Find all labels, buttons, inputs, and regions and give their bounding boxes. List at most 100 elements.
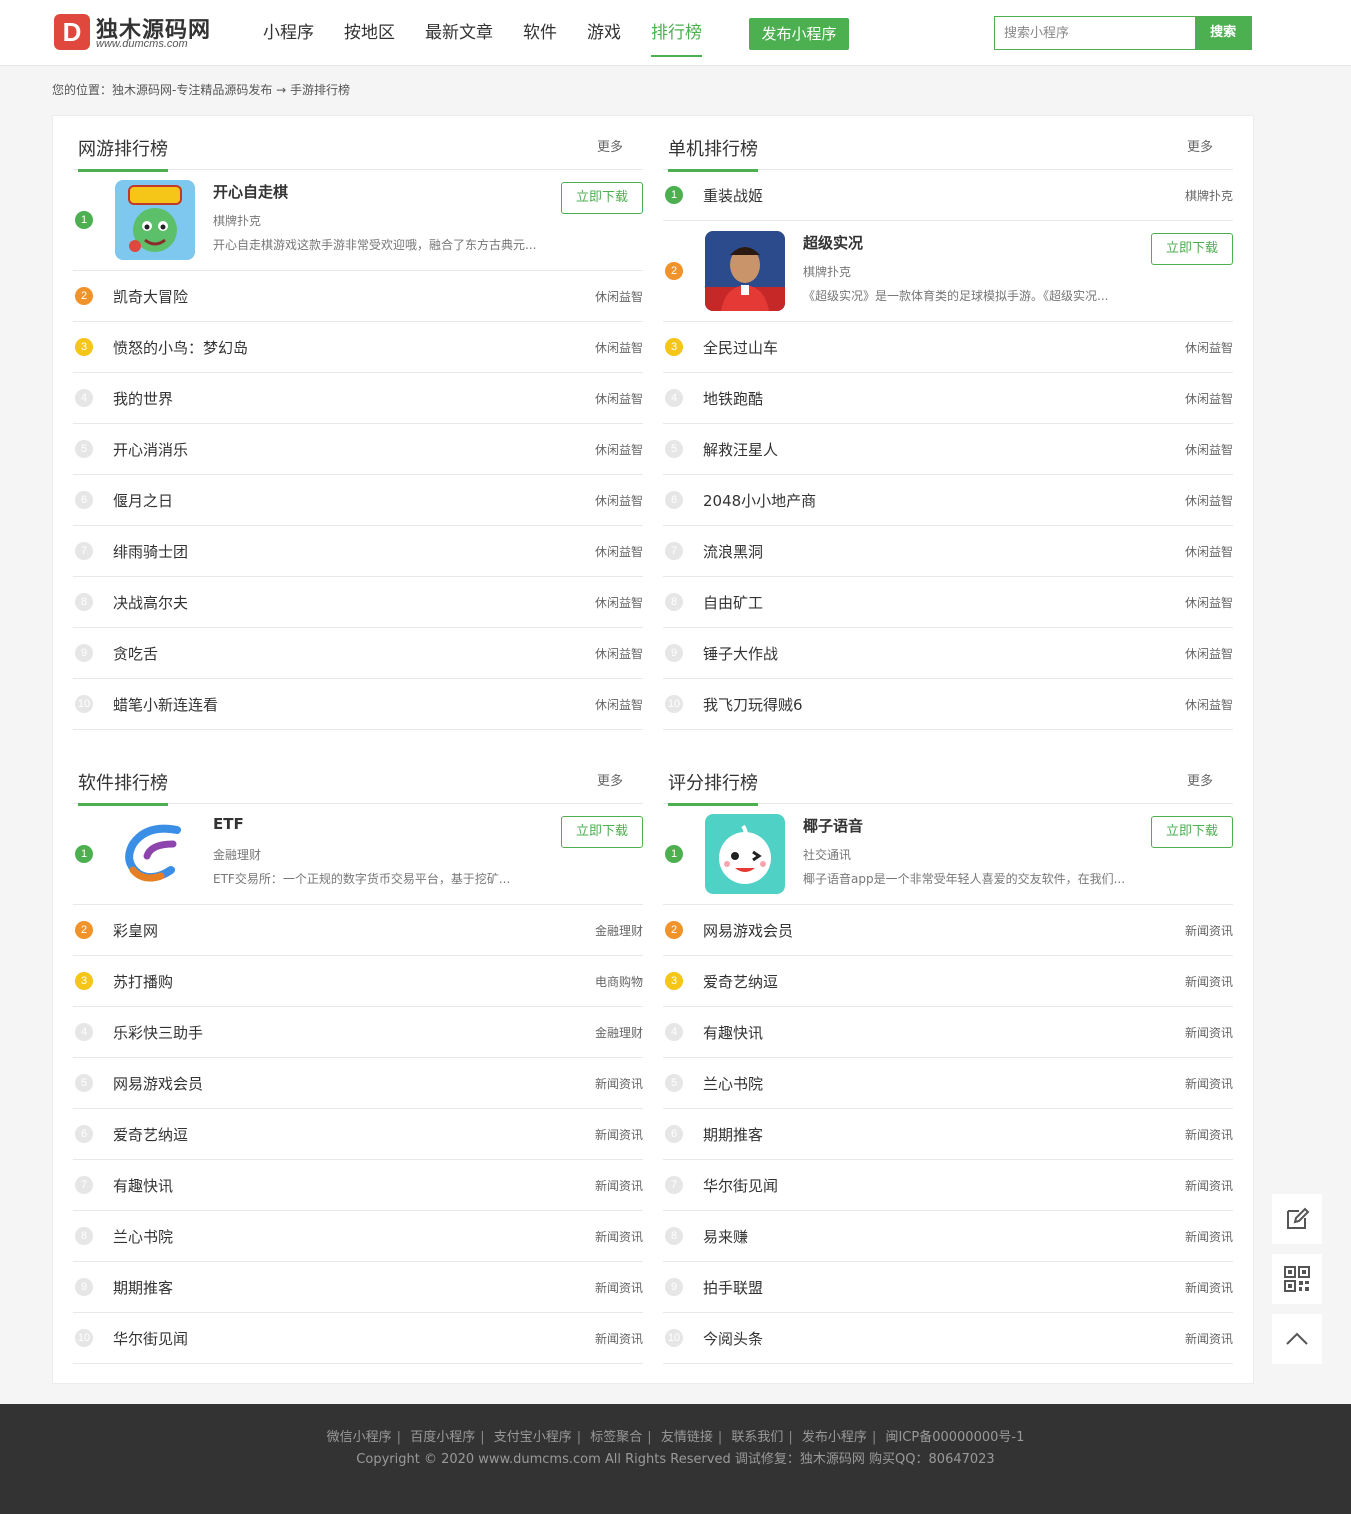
item-name[interactable]: 有趣快讯 [703,1022,763,1043]
list-item[interactable]: 4 我的世界 休闲益智 [73,373,643,424]
item-name[interactable]: 兰心书院 [703,1073,763,1094]
item-name[interactable]: 蜡笔小新连连看 [113,694,218,715]
search-input[interactable] [995,17,1196,49]
featured-title[interactable]: 超级实况 [803,232,863,253]
nav-item-ranking[interactable]: 排行榜 [636,0,717,66]
list-item[interactable]: 2 彩皇网 金融理财 [73,905,643,956]
nav-item-miniprogram[interactable]: 小程序 [248,0,329,66]
list-item[interactable]: 3 全民过山车 休闲益智 [663,322,1233,373]
item-name[interactable]: 爱奇艺纳逗 [113,1124,188,1145]
item-name[interactable]: 开心消消乐 [113,439,188,460]
list-item[interactable]: 10 我飞刀玩得贼6 休闲益智 [663,679,1233,730]
item-name[interactable]: 愤怒的小鸟：梦幻岛 [113,337,248,358]
list-item[interactable]: 10 蜡笔小新连连看 休闲益智 [73,679,643,730]
list-item[interactable]: 8 决战高尔夫 休闲益智 [73,577,643,628]
list-item[interactable]: 6 2048小小地产商 休闲益智 [663,475,1233,526]
item-name[interactable]: 贪吃舌 [113,643,158,664]
site-logo[interactable]: D 独木源码网 www.dumcms.com [54,14,214,54]
item-name[interactable]: 苏打播购 [113,971,173,992]
list-item[interactable]: 7 华尔街见闻 新闻资讯 [663,1160,1233,1211]
item-name[interactable]: 华尔街见闻 [113,1328,188,1349]
list-item[interactable]: 10 今阅头条 新闻资讯 [663,1313,1233,1364]
list-item[interactable]: 1 重装战姬 棋牌扑克 [663,170,1233,221]
footer-link[interactable]: 发布小程序 [797,1430,872,1445]
coconut-face-icon[interactable] [705,814,785,894]
item-name[interactable]: 全民过山车 [703,337,778,358]
list-item[interactable]: 2 凯奇大冒险 休闲益智 [73,271,643,322]
item-name[interactable]: 我的世界 [113,388,173,409]
item-name[interactable]: 决战高尔夫 [113,592,188,613]
list-item[interactable]: 5 网易游戏会员 新闻资讯 [73,1058,643,1109]
list-item[interactable]: 9 期期推客 新闻资讯 [73,1262,643,1313]
list-item[interactable]: 8 易来赚 新闻资讯 [663,1211,1233,1262]
more-link[interactable]: 更多 [597,136,623,155]
item-name[interactable]: 期期推客 [703,1124,763,1145]
qrcode-tool[interactable] [1272,1254,1322,1304]
item-name[interactable]: 兰心书院 [113,1226,173,1247]
item-name[interactable]: 绯雨骑士团 [113,541,188,562]
list-item[interactable]: 5 解救汪星人 休闲益智 [663,424,1233,475]
nav-item-articles[interactable]: 最新文章 [410,0,508,66]
etf-logo-icon[interactable] [115,814,195,894]
item-name[interactable]: 网易游戏会员 [113,1073,203,1094]
featured-item[interactable]: 1 开心自走棋 棋牌扑克 开心自走棋游戏这款手游非常受欢迎哦，融合了东方古典元... 立… [73,170,643,271]
list-item[interactable]: 4 地铁跑酷 休闲益智 [663,373,1233,424]
item-name[interactable]: 解救汪星人 [703,439,778,460]
list-item[interactable]: 8 自由矿工 休闲益智 [663,577,1233,628]
list-item[interactable]: 2 网易游戏会员 新闻资讯 [663,905,1233,956]
list-item[interactable]: 6 期期推客 新闻资讯 [663,1109,1233,1160]
featured-title[interactable]: ETF [213,815,244,833]
item-name[interactable]: 易来赚 [703,1226,748,1247]
football-player-icon[interactable] [705,231,785,311]
featured-item[interactable]: 1 椰子语音 社交通讯 椰子语音app是一个非常受年轻人喜爱的交友软件，在我们... 立… [663,804,1233,905]
item-name[interactable]: 重装战姬 [703,185,763,206]
list-item[interactable]: 10 华尔街见闻 新闻资讯 [73,1313,643,1364]
item-name[interactable]: 有趣快讯 [113,1175,173,1196]
list-item[interactable]: 9 锤子大作战 休闲益智 [663,628,1233,679]
list-item[interactable]: 5 兰心书院 新闻资讯 [663,1058,1233,1109]
item-name[interactable]: 乐彩快三助手 [113,1022,203,1043]
item-name[interactable]: 拍手联盟 [703,1277,763,1298]
item-name[interactable]: 华尔街见闻 [703,1175,778,1196]
item-name[interactable]: 偃月之日 [113,490,173,511]
edit-tool[interactable] [1272,1194,1322,1244]
download-button[interactable]: 立即下载 [561,182,643,214]
list-item[interactable]: 9 拍手联盟 新闻资讯 [663,1262,1233,1313]
item-name[interactable]: 2048小小地产商 [703,490,816,511]
footer-link[interactable]: 闽ICP备00000000号-1 [880,1430,1029,1445]
more-link[interactable]: 更多 [1187,136,1213,155]
more-link[interactable]: 更多 [1187,770,1213,789]
more-link[interactable]: 更多 [597,770,623,789]
featured-item[interactable]: 1 ETF 金融理财 ETF交易所：一个正规的数字货币交易平台，基于挖矿... 立即下载 [73,804,643,905]
item-name[interactable]: 爱奇艺纳逗 [703,971,778,992]
game-chess-icon[interactable] [115,180,195,260]
nav-item-software[interactable]: 软件 [508,0,572,66]
publish-button[interactable]: 发布小程序 [749,18,849,50]
item-name[interactable]: 流浪黑洞 [703,541,763,562]
list-item[interactable]: 7 流浪黑洞 休闲益智 [663,526,1233,577]
item-name[interactable]: 期期推客 [113,1277,173,1298]
back-to-top-tool[interactable] [1272,1314,1322,1364]
search-button[interactable]: 搜索 [1195,17,1251,49]
list-item[interactable]: 4 有趣快讯 新闻资讯 [663,1007,1233,1058]
list-item[interactable]: 3 愤怒的小鸟：梦幻岛 休闲益智 [73,322,643,373]
featured-item[interactable]: 2 超级实况 棋牌扑克 《超级实况》是一款体育类的足球模拟手游。《超级实况... 立即下… [663,221,1233,322]
list-item[interactable]: 6 爱奇艺纳逗 新闻资讯 [73,1109,643,1160]
list-item[interactable]: 7 有趣快讯 新闻资讯 [73,1160,643,1211]
footer-link[interactable]: 标签聚合 [585,1430,647,1445]
footer-link[interactable]: 支付宝小程序 [489,1430,577,1445]
nav-item-region[interactable]: 按地区 [329,0,410,66]
item-name[interactable]: 今阅头条 [703,1328,763,1349]
featured-title[interactable]: 开心自走棋 [213,181,288,202]
list-item[interactable]: 6 偃月之日 休闲益智 [73,475,643,526]
list-item[interactable]: 7 绯雨骑士团 休闲益智 [73,526,643,577]
footer-link[interactable]: 微信小程序 [322,1430,397,1445]
item-name[interactable]: 网易游戏会员 [703,920,793,941]
item-name[interactable]: 我飞刀玩得贼6 [703,694,803,715]
download-button[interactable]: 立即下载 [1151,233,1233,265]
list-item[interactable]: 9 贪吃舌 休闲益智 [73,628,643,679]
download-button[interactable]: 立即下载 [561,816,643,848]
item-name[interactable]: 彩皇网 [113,920,158,941]
nav-item-games[interactable]: 游戏 [572,0,636,66]
item-name[interactable]: 凯奇大冒险 [113,286,188,307]
